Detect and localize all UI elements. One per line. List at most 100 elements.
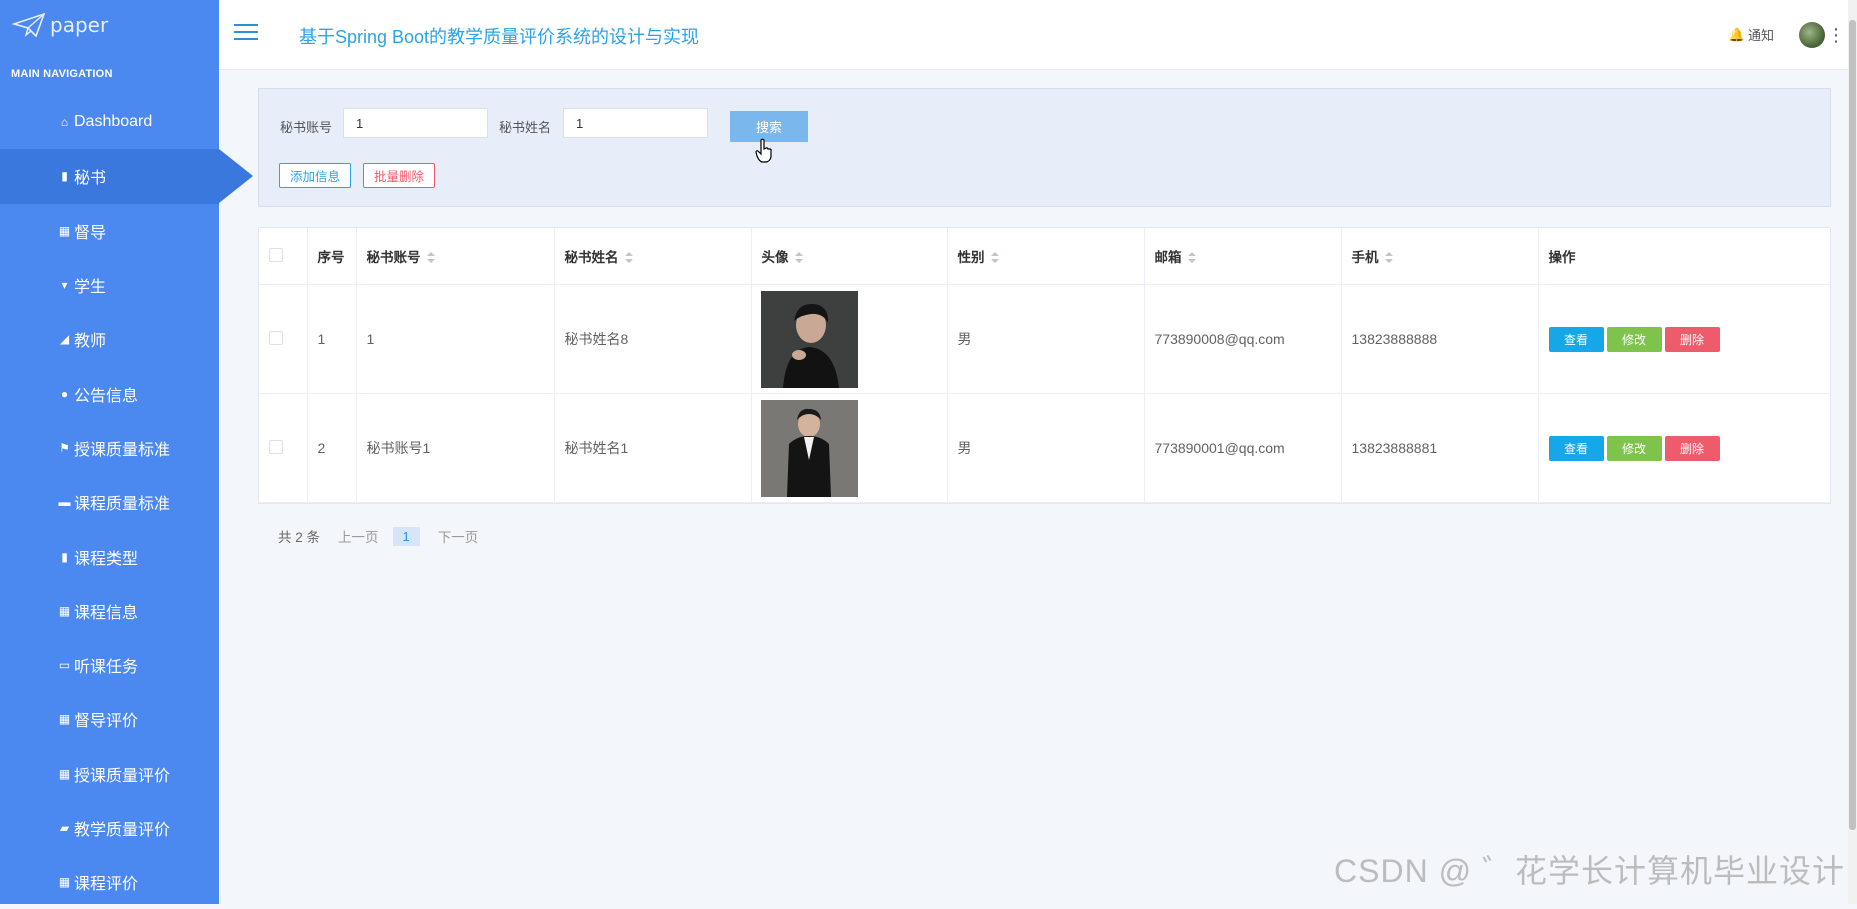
name-label: 秘书姓名	[499, 120, 552, 135]
top-header: 基于Spring Boot的教学质量评价系统的设计与实现 🔔 通知 ⋮	[219, 0, 1857, 70]
column-header-sortable[interactable]: 手机	[1341, 228, 1539, 285]
sidebar-item-label: 督导评价	[74, 713, 139, 731]
sidebar-item-label: 公告信息	[74, 387, 139, 405]
sidebar-item-label: 学生	[74, 279, 107, 297]
sidebar-item-14[interactable]: ▦ 课程评价	[0, 855, 219, 909]
sidebar-item-13[interactable]: ▰ 教学质量评价	[0, 801, 219, 855]
table-row: 2 秘书账号1 秘书姓名1 男 773890001@qq.com 1382388…	[259, 393, 1830, 503]
add-info-button[interactable]: 添加信息	[279, 163, 352, 188]
sidebar-item-5[interactable]: ● 公告信息	[0, 366, 219, 420]
sidebar-item-label: 课程质量标准	[74, 496, 171, 514]
batch-delete-button[interactable]: 批量删除	[363, 163, 436, 188]
comment-icon: ▰	[59, 821, 70, 835]
page-scrollbar[interactable]	[1848, 0, 1857, 904]
home-icon: ⌂	[60, 115, 69, 130]
sidebar-item-8[interactable]: ▮ 课程类型	[0, 529, 219, 583]
column-header-sortable[interactable]: 头像	[751, 228, 948, 285]
grid-icon: ▦	[58, 603, 71, 618]
cell-phone: 13823888888	[1341, 284, 1539, 394]
delete-button[interactable]: 删除	[1664, 326, 1720, 352]
sidebar-item-4[interactable]: ◢ 教师	[0, 312, 219, 366]
ticket-icon: ▬	[58, 495, 71, 510]
column-header-sortable[interactable]: 邮箱	[1144, 228, 1342, 285]
view-button[interactable]: 查看	[1548, 326, 1604, 352]
sort-icon[interactable]	[1384, 252, 1393, 264]
cell-index: 2	[307, 393, 357, 503]
paper-plane-icon	[12, 12, 46, 38]
view-button[interactable]: 查看	[1548, 435, 1604, 461]
grid-icon: ▦	[58, 223, 71, 238]
cell-gender: 男	[947, 284, 1145, 394]
sidebar-item-6[interactable]: ⚑ 授课质量标准	[0, 421, 219, 475]
select-all-checkbox[interactable]	[269, 247, 283, 262]
sidebar-item-3[interactable]: ▾ 学生	[0, 258, 219, 312]
sort-icon[interactable]	[990, 252, 999, 264]
sidebar-item-9[interactable]: ▦ 课程信息	[0, 584, 219, 638]
column-header: 操作	[1538, 228, 1830, 285]
delete-button[interactable]: 删除	[1664, 435, 1720, 461]
scrollbar-thumb[interactable]	[1849, 20, 1856, 830]
sidebar-item-7[interactable]: ▬ 课程质量标准	[0, 475, 219, 529]
cell-actions: 查看 修改 删除	[1538, 393, 1830, 503]
avatar-photo[interactable]	[760, 290, 858, 388]
nav-section-title: MAIN NAVIGATION	[11, 68, 113, 80]
column-header-sortable[interactable]: 性别	[947, 228, 1145, 285]
sidebar-item-label: 授课质量评价	[74, 767, 171, 785]
more-vertical-icon[interactable]: ⋮	[1827, 22, 1845, 48]
sidebar-item-1[interactable]: ▮ 秘书	[0, 149, 253, 204]
sidebar-item-label: 教师	[74, 333, 107, 351]
name-search-input[interactable]	[563, 108, 708, 138]
hand-cursor-icon	[755, 138, 772, 163]
sidebar-item-label: 督导	[74, 224, 107, 242]
menu-toggle-icon[interactable]	[234, 24, 258, 42]
sidebar-item-label: 课程信息	[74, 604, 139, 622]
row-checkbox[interactable]	[269, 439, 283, 454]
brand-logo[interactable]: paper	[12, 12, 108, 38]
row-checkbox[interactable]	[269, 330, 283, 345]
cell-account: 1	[356, 284, 555, 394]
search-panel: 秘书账号 秘书姓名 搜索 添加信息 批量删除	[258, 88, 1831, 207]
notification-button[interactable]: 🔔 通知	[1729, 25, 1774, 44]
cell-name: 秘书姓名1	[554, 393, 752, 503]
bar-chart-icon: ▮	[61, 549, 68, 564]
sidebar-item-0[interactable]: ⌂ Dashboard	[0, 95, 219, 149]
sidebar-item-12[interactable]: ▦ 授课质量评价	[0, 747, 219, 801]
page-number-current[interactable]: 1	[392, 526, 420, 546]
sidebar-item-label: 课程类型	[74, 550, 139, 568]
sidebar-item-label: 教学质量评价	[74, 822, 171, 839]
avatar-photo[interactable]	[760, 399, 858, 497]
next-page-button[interactable]: 下一页	[438, 526, 479, 546]
account-search-input[interactable]	[343, 108, 488, 138]
table-row: 1 1 秘书姓名8 男 773890008@qq.com 13823888888…	[259, 284, 1830, 394]
edit-button[interactable]: 修改	[1606, 326, 1662, 352]
column-header: 序号	[307, 228, 357, 285]
cell-actions: 查看 修改 删除	[1538, 284, 1830, 394]
sort-icon[interactable]	[426, 252, 435, 264]
table-header-row: 序号 秘书账号 秘书姓名 头像 性别 邮箱 手机 操作	[259, 228, 1830, 285]
column-header-sortable[interactable]: 秘书账号	[356, 228, 555, 285]
sidebar-item-label: 秘书	[74, 170, 107, 188]
flag-icon: ⚑	[59, 440, 70, 455]
sort-icon[interactable]	[624, 252, 633, 264]
sidebar-item-10[interactable]: ▭ 听课任务	[0, 638, 219, 692]
cell-email: 773890008@qq.com	[1144, 284, 1342, 394]
sidebar: paper MAIN NAVIGATION ⌂ Dashboard ▮ 秘书 ▦ 督导 ▾ 学…	[0, 0, 253, 904]
pagination: 共 2 条 上一页 1 下一页	[278, 526, 478, 546]
column-header-sortable[interactable]: 秘书姓名	[554, 228, 752, 285]
prev-page-button[interactable]: 上一页	[338, 526, 379, 546]
clipboard-icon: ▮	[61, 169, 68, 184]
sort-icon[interactable]	[794, 252, 803, 264]
sidebar-item-2[interactable]: ▦ 督导	[0, 204, 219, 258]
sidebar-item-11[interactable]: ▦ 督导评价	[0, 692, 219, 746]
pagination-total: 共 2 条	[278, 530, 321, 545]
grid-icon: ▦	[58, 875, 71, 890]
user-icon: ●	[60, 386, 69, 401]
cell-gender: 男	[947, 393, 1145, 503]
page-title: 基于Spring Boot的教学质量评价系统的设计与实现	[299, 27, 700, 47]
sidebar-nav: ⌂ Dashboard ▮ 秘书 ▦ 督导 ▾ 学生 ◢ 教师 ● 公告信息 ⚑ 授课质量标准 ▬ 课程质量标…	[0, 95, 253, 909]
sidebar-item-label: 课程评价	[74, 876, 139, 894]
data-table: 序号 秘书账号 秘书姓名 头像 性别 邮箱 手机 操作 1 1 秘书姓名8 男 …	[258, 227, 1831, 504]
edit-button[interactable]: 修改	[1606, 435, 1662, 461]
user-avatar[interactable]	[1799, 22, 1825, 48]
sort-icon[interactable]	[1187, 252, 1196, 264]
